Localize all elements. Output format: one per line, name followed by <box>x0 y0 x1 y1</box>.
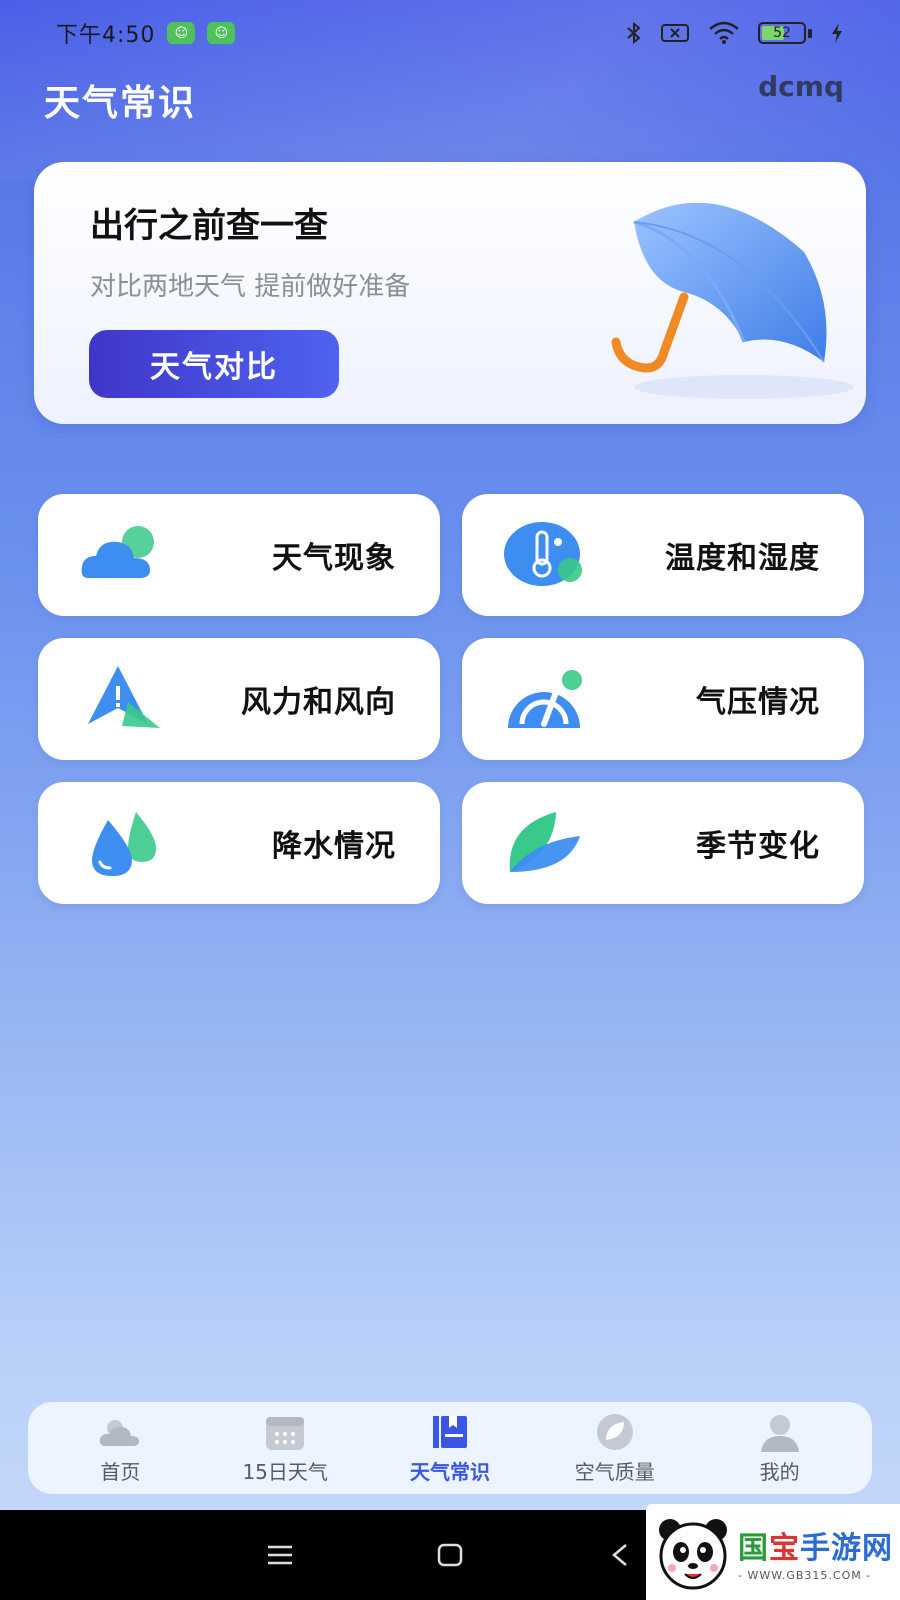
tile-precipitation[interactable]: 降水情况 <box>38 782 440 904</box>
watermark-brand: 国宝手游网 <box>738 1523 893 1567</box>
tile-seasons[interactable]: 季节变化 <box>462 782 864 904</box>
knowledge-grid: 天气现象 温度和湿度 风力和风向 气压情况 降水情况 季节变化 <box>38 494 864 904</box>
bluetooth-icon <box>627 21 641 45</box>
calendar-icon <box>266 1416 305 1450</box>
menu-icon <box>268 1545 292 1565</box>
back-button[interactable] <box>600 1535 640 1575</box>
site-watermark: 国宝手游网 - WWW.GB315.COM - <box>646 1504 900 1600</box>
promo-title: 出行之前查一查 <box>90 206 328 246</box>
tab-label: 15日天气 <box>242 1459 328 1484</box>
battery-level: 52 <box>773 25 791 41</box>
tab-profile[interactable]: 我的 <box>700 1402 860 1494</box>
home-square-icon <box>437 1543 463 1567</box>
tab-home[interactable]: 首页 <box>40 1402 200 1494</box>
umbrella-icon <box>611 202 854 399</box>
tile-weather-phenomena[interactable]: 天气现象 <box>38 494 440 616</box>
tab-label: 首页 <box>100 1459 141 1484</box>
bottom-tab-bar: 首页 15日天气 天气常识 空气质量 我的 <box>28 1402 872 1494</box>
weather-compare-card[interactable]: 出行之前查一查 对比两地天气 提前做好准备 天气对比 <box>34 162 866 424</box>
tab-label: 我的 <box>759 1459 800 1484</box>
panda-logo-icon <box>659 1519 727 1590</box>
watermark-brand-part: 手游网 <box>800 1530 893 1566</box>
promo-subtitle: 对比两地天气 提前做好准备 <box>90 272 411 302</box>
tab-label: 空气质量 <box>574 1459 655 1484</box>
charging-icon <box>832 23 842 43</box>
wind-direction-icon <box>88 666 160 728</box>
tile-label: 温度和湿度 <box>665 541 820 576</box>
status-bar: 下午4:50 ☺ ☺ 52 <box>0 0 900 66</box>
header-tag: dcmq <box>758 70 844 103</box>
sun-cloud-icon <box>100 1419 140 1446</box>
person-icon <box>760 1414 799 1452</box>
tile-label: 降水情况 <box>272 829 396 864</box>
tile-label: 气压情况 <box>696 685 820 720</box>
home-button[interactable] <box>430 1535 470 1575</box>
battery-nub <box>808 28 812 38</box>
tab-air-quality[interactable]: 空气质量 <box>535 1402 695 1494</box>
page-title: 天气常识 <box>44 83 197 124</box>
sim-no-signal-icon <box>661 24 689 42</box>
notification-app-icon: ☺ <box>207 22 236 44</box>
tab-15-day[interactable]: 15日天气 <box>205 1402 365 1494</box>
weather-compare-button[interactable]: 天气对比 <box>89 330 339 398</box>
tile-temperature-humidity[interactable]: 温度和湿度 <box>462 494 864 616</box>
battery-indicator: 52 <box>758 22 806 44</box>
tile-label: 季节变化 <box>696 829 820 864</box>
tab-weather-knowledge[interactable]: 天气常识 <box>370 1402 530 1494</box>
tab-label: 天气常识 <box>409 1459 490 1484</box>
menu-button[interactable] <box>260 1535 300 1575</box>
thermometer-icon <box>504 522 582 586</box>
leaf-circle-icon <box>596 1413 633 1450</box>
book-icon <box>432 1415 467 1448</box>
watermark-site: - WWW.GB315.COM - <box>738 1568 872 1582</box>
back-icon <box>612 1544 627 1566</box>
leaf-icon <box>509 812 580 872</box>
watermark-brand-part: 宝 <box>769 1530 800 1566</box>
watermark-text: 国宝手游网 - WWW.GB315.COM - <box>738 1523 893 1582</box>
notification-app-icon: ☺ <box>167 22 196 44</box>
tile-label: 风力和风向 <box>241 685 396 720</box>
raindrop-icon <box>92 812 156 876</box>
gauge-icon <box>508 670 582 728</box>
wifi-icon <box>709 21 739 44</box>
status-indicators: 52 <box>626 21 844 45</box>
tile-wind[interactable]: 风力和风向 <box>38 638 440 760</box>
status-time: 下午4:50 <box>56 23 156 48</box>
watermark-brand-part: 国 <box>738 1530 769 1566</box>
tile-air-pressure[interactable]: 气压情况 <box>462 638 864 760</box>
cloud-icon <box>81 526 154 578</box>
tile-label: 天气现象 <box>272 541 396 576</box>
